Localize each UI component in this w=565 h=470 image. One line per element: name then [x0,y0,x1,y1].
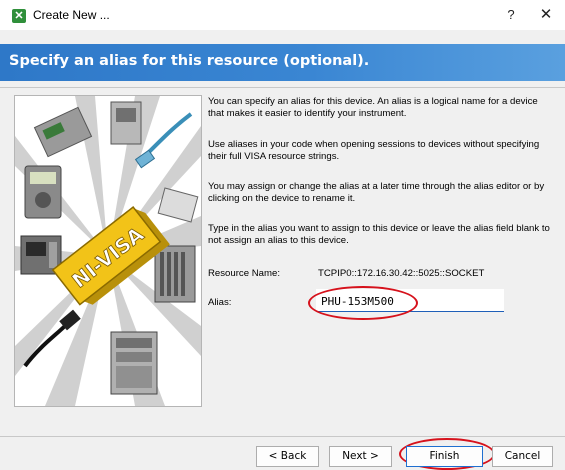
next-button[interactable]: Next > [329,446,392,467]
multimeter-icon [24,165,62,219]
description-paragraph-2: Use aliases in your code when opening se… [208,139,540,162]
device-box-icon [157,187,199,223]
divider [0,436,565,437]
finish-button[interactable]: Finish [406,446,483,467]
cancel-button[interactable]: Cancel [492,446,553,467]
description-paragraph-3: You may assign or change the alias at a … [208,181,545,204]
title-bar: ✕ Create New ... ? ✕ [0,0,565,30]
back-button[interactable]: < Back [256,446,319,467]
close-button[interactable]: ✕ [535,5,557,25]
page-title: Specify an alias for this resource (opti… [9,53,370,69]
resource-name-label: Resource Name: [208,268,280,279]
ni-visa-illustration: NI-VISA [14,95,202,407]
header-banner: Specify an alias for this resource (opti… [0,44,565,81]
instrument-module-icon [110,101,142,145]
description-paragraph-4: Type in the alias you want to assign to … [208,223,550,246]
illustration-graphic: NI-VISA [15,96,201,406]
divider [0,87,565,88]
description-paragraph-1: You can specify an alias for this device… [208,96,538,119]
alias-input[interactable] [316,289,504,312]
resource-name-value: TCPIP0::172.16.30.42::5025::SOCKET [318,268,485,279]
app-icon: ✕ [12,9,26,23]
window-title: Create New ... [33,8,110,22]
instrument-rack-icon [110,331,158,395]
alias-label: Alias: [208,297,232,308]
help-button[interactable]: ? [501,5,521,25]
pxi-chassis-icon [154,245,196,303]
